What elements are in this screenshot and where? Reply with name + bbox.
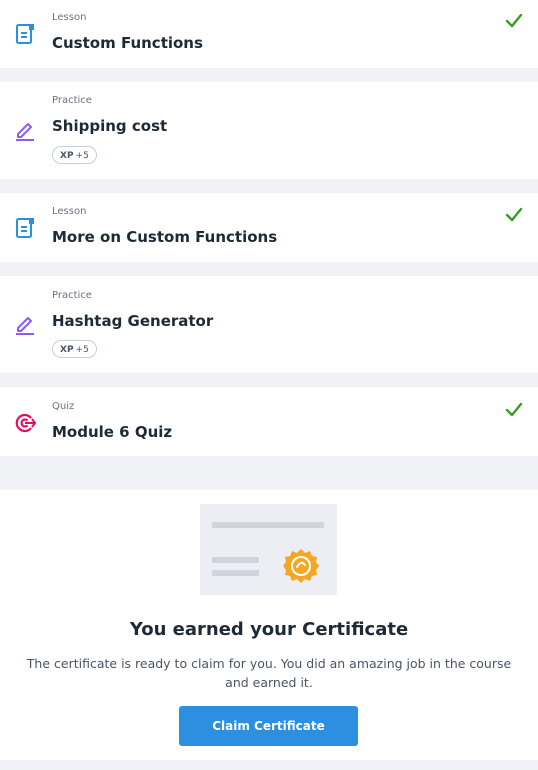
certificate-line [212,557,259,563]
claim-certificate-button[interactable]: Claim Certificate [179,706,358,746]
list-item-lesson-more-custom-functions[interactable]: Lesson More on Custom Functions [0,193,538,262]
list-item-practice-shipping-cost[interactable]: Practice Shipping cost XP +5 [0,82,538,179]
practice-pencil-icon [14,119,36,141]
certificate-description: The certificate is ready to claim for yo… [26,656,512,690]
item-title: Shipping cost [52,117,168,135]
lesson-icon [14,217,36,239]
list-item-lesson-custom-functions[interactable]: Lesson Custom Functions [0,0,538,68]
item-kind-label: Lesson [52,12,87,23]
item-title: Hashtag Generator [52,312,214,330]
xp-value: +5 [75,345,89,355]
item-kind-label: Practice [52,95,92,106]
item-title: Module 6 Quiz [52,423,173,441]
item-title: More on Custom Functions [52,228,278,246]
quiz-target-icon [14,412,36,434]
lesson-icon [14,23,36,45]
checkmark-icon [504,11,524,31]
certificate-card: You earned your Certificate The certific… [0,490,538,760]
certificate-heading: You earned your Certificate [129,619,409,640]
certificate-line [212,522,324,528]
practice-pencil-icon [14,313,36,335]
item-kind-label: Practice [52,290,92,301]
checkmark-icon [504,205,524,225]
list-item-quiz-module-6[interactable]: Quiz Module 6 Quiz [0,387,538,456]
checkmark-icon [504,400,524,420]
xp-label: XP [60,151,74,161]
xp-badge: XP +5 [52,146,97,164]
item-kind-label: Lesson [52,206,87,217]
xp-label: XP [60,345,74,355]
certificate-line [212,570,259,576]
list-item-practice-hashtag-generator[interactable]: Practice Hashtag Generator XP +5 [0,276,538,373]
xp-value: +5 [75,151,89,161]
certificate-illustration [200,504,337,595]
item-kind-label: Quiz [52,401,75,412]
xp-badge: XP +5 [52,340,97,358]
item-title: Custom Functions [52,34,203,52]
certificate-seal-icon [283,548,319,584]
